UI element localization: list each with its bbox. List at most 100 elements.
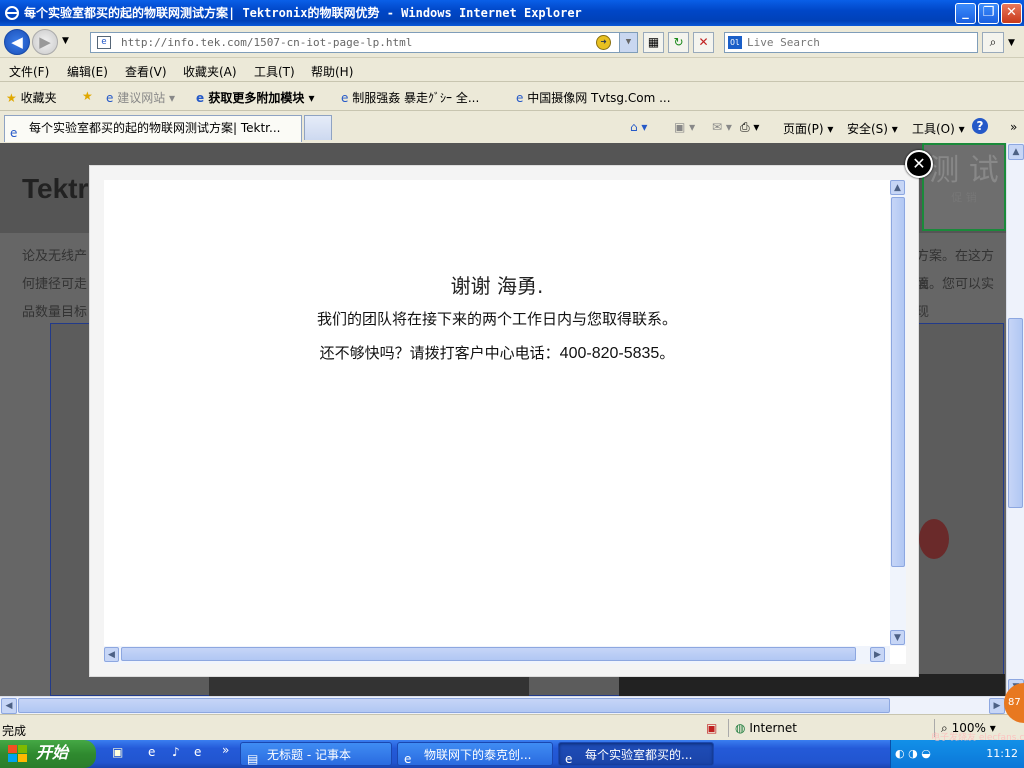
forward-button[interactable]: ▶ bbox=[32, 29, 58, 55]
notepad-icon: ▤ bbox=[247, 752, 259, 766]
live-search-icon: Ol bbox=[728, 36, 742, 49]
search-placeholder: Live Search bbox=[747, 36, 820, 49]
ie-window: 每个实验室都买的起的物联网测试方案| Tektronix的物联网优势 - Win… bbox=[0, 0, 1024, 740]
new-tab-button[interactable] bbox=[304, 115, 332, 140]
horizontal-scroll-thumb[interactable] bbox=[18, 698, 890, 713]
address-url: http://info.tek.com/1507-cn-iot-page-lp.… bbox=[121, 36, 413, 49]
modal-scroll-down-icon[interactable]: ▼ bbox=[890, 630, 905, 645]
page-icon: e bbox=[97, 36, 111, 49]
modal-horizontal-scrollbar[interactable]: ◀ ▶ bbox=[104, 646, 890, 664]
modal-vertical-thumb[interactable] bbox=[891, 197, 905, 567]
popup-blocked-icon[interactable]: ▣ bbox=[706, 721, 717, 735]
menu-tools[interactable]: 工具(T) bbox=[254, 63, 295, 80]
maximize-button[interactable]: ❐ bbox=[978, 3, 999, 24]
ie-page-icon: e bbox=[516, 91, 524, 105]
modal-close-button[interactable]: ✕ bbox=[905, 150, 933, 178]
page-image-left bbox=[209, 674, 529, 696]
feeds-icon[interactable]: ▣ ▾ bbox=[674, 120, 695, 134]
tab-label: 每个实验室都买的起的物联网测试方案| Tektr... bbox=[29, 121, 281, 135]
page-product-image bbox=[919, 519, 949, 559]
ie-quicklaunch-icon[interactable]: e bbox=[148, 745, 166, 763]
close-window-button[interactable]: ✕ bbox=[1001, 3, 1022, 24]
quicklaunch-more-icon[interactable]: » bbox=[222, 743, 240, 761]
scroll-right-icon[interactable]: ▶ bbox=[989, 698, 1005, 714]
vertical-scroll-thumb[interactable] bbox=[1008, 318, 1023, 508]
globe-icon: ◍ bbox=[735, 721, 746, 735]
address-dropdown-icon[interactable]: ▼ bbox=[619, 33, 637, 52]
ie-page-icon: e bbox=[10, 126, 18, 140]
search-button[interactable]: ⌕ bbox=[982, 32, 1004, 53]
task-notepad[interactable]: ▤ 无标题 - 记事本 bbox=[240, 742, 392, 766]
home-icon[interactable]: ⌂ ▾ bbox=[630, 120, 647, 134]
ie-logo-icon bbox=[5, 6, 19, 20]
media-quicklaunch-icon[interactable]: ♪ bbox=[172, 745, 190, 763]
minimize-button[interactable]: _ bbox=[955, 3, 976, 24]
modal-horizontal-thumb[interactable] bbox=[121, 647, 856, 661]
scroll-up-icon[interactable]: ▲ bbox=[1008, 144, 1024, 160]
fav-item-suggested[interactable]: e 建议网站 ▾ bbox=[106, 89, 175, 106]
scroll-left-icon[interactable]: ◀ bbox=[1, 698, 17, 714]
fav-item-addons[interactable]: e 获取更多附加模块 ▾ bbox=[196, 89, 315, 106]
modal-scroll-right-icon[interactable]: ▶ bbox=[870, 647, 885, 662]
phone-suffix: 。 bbox=[659, 344, 675, 362]
task-ie-iot-label: 物联网下的泰克创... bbox=[424, 748, 532, 762]
menu-edit[interactable]: 编辑(E) bbox=[67, 63, 108, 80]
fav-item-link1[interactable]: e 制服强姦 暴走ｸﾞｼｰ 全... bbox=[341, 89, 479, 106]
go-icon[interactable]: ➜ bbox=[596, 35, 611, 50]
menu-bar: 文件(F) 编辑(E) 查看(V) 收藏夹(A) 工具(T) 帮助(H) bbox=[0, 58, 1024, 82]
modal-message: 我们的团队将在接下来的两个工作日内与您取得联系。 bbox=[316, 310, 677, 328]
show-desktop-icon[interactable]: ▣ bbox=[112, 745, 130, 763]
compatibility-icon[interactable]: ▦ bbox=[643, 32, 664, 53]
recent-pages-icon[interactable]: ▼ bbox=[62, 36, 69, 46]
watermark-text: 电子发烧友 elecfans.com bbox=[931, 733, 1024, 743]
tray-icons[interactable]: ◐ ◑ ◒ bbox=[895, 747, 931, 760]
search-options-icon[interactable]: ▼ bbox=[1008, 38, 1015, 48]
refresh-icon[interactable]: ↻ bbox=[668, 32, 689, 53]
print-icon[interactable]: ⎙ ▾ bbox=[740, 120, 759, 135]
ie-page-icon: e bbox=[106, 91, 114, 105]
address-bar[interactable]: e http://info.tek.com/1507-cn-iot-page-l… bbox=[90, 32, 638, 53]
safety-menu[interactable]: 安全(S) ▾ bbox=[847, 120, 898, 137]
status-text: 完成 bbox=[2, 724, 27, 738]
fav-item-link2[interactable]: e 中国摄像网 Tvtsg.Com ... bbox=[516, 89, 671, 106]
window-title: 每个实验室都买的起的物联网测试方案| Tektronix的物联网优势 - Win… bbox=[24, 6, 582, 20]
navigation-bar: ◀ ▶ ▼ e http://info.tek.com/1507-cn-iot-… bbox=[0, 26, 1024, 58]
help-icon[interactable]: ? bbox=[972, 118, 988, 134]
favorites-button[interactable]: ★ 收藏夹 bbox=[6, 89, 57, 106]
task-ie-iot[interactable]: e 物联网下的泰克创... bbox=[397, 742, 553, 766]
promo-banner[interactable]: 测 试 促 销 bbox=[922, 143, 1006, 231]
menu-file[interactable]: 文件(F) bbox=[9, 63, 49, 80]
menu-view[interactable]: 查看(V) bbox=[125, 63, 167, 80]
intro-line-1: 论及无线产 bbox=[22, 249, 88, 264]
more-commands-icon[interactable]: » bbox=[1010, 120, 1017, 134]
back-button[interactable]: ◀ bbox=[4, 29, 30, 55]
clock: 11:12 bbox=[986, 747, 1018, 760]
mail-icon[interactable]: ✉ ▾ bbox=[712, 120, 732, 134]
browser-quicklaunch-icon[interactable]: e bbox=[194, 745, 212, 763]
banner-text: 测 试 bbox=[929, 153, 999, 188]
modal-phone-line: 还不够快吗？请拨打客户中心电话：400-820-5835。 bbox=[104, 342, 890, 363]
tab-current[interactable]: e 每个实验室都买的起的物联网测试方案| Tektr... bbox=[4, 115, 302, 142]
modal-thanks-heading: 谢谢 海勇. bbox=[450, 274, 544, 298]
start-button[interactable]: 开始 bbox=[0, 740, 96, 768]
modal-scroll-up-icon[interactable]: ▲ bbox=[890, 180, 905, 195]
modal-scroll-left-icon[interactable]: ◀ bbox=[104, 647, 119, 662]
tektronix-logo: Tektr bbox=[22, 173, 89, 204]
search-input[interactable]: Ol Live Search bbox=[724, 32, 978, 53]
tools-menu[interactable]: 工具(O) ▾ bbox=[912, 120, 965, 137]
page-vertical-scrollbar[interactable]: ▲ ▼ bbox=[1006, 143, 1024, 696]
menu-help[interactable]: 帮助(H) bbox=[311, 63, 353, 80]
security-zone[interactable]: ◍ Internet bbox=[728, 719, 797, 737]
task-notepad-label: 无标题 - 记事本 bbox=[267, 748, 351, 762]
taskbar: 开始 ▣ e ♪ e » ▤ 无标题 - 记事本 e 物联网下的泰克创... e… bbox=[0, 733, 1024, 768]
windows-flag-icon bbox=[8, 745, 27, 762]
page-horizontal-scrollbar[interactable]: ◀ ▶ bbox=[0, 696, 1006, 714]
ie-page-icon: e bbox=[341, 91, 349, 105]
task-ie-current[interactable]: e 每个实验室都买的... bbox=[558, 742, 714, 766]
modal-vertical-scrollbar[interactable]: ▲ ▼ bbox=[890, 180, 906, 646]
ie-page-icon: e bbox=[196, 91, 205, 105]
page-menu[interactable]: 页面(P) ▾ bbox=[783, 120, 833, 137]
stop-icon[interactable]: ✕ bbox=[693, 32, 714, 53]
menu-favorites[interactable]: 收藏夹(A) bbox=[183, 63, 237, 80]
add-favorite-icon[interactable]: ★ bbox=[82, 89, 93, 103]
